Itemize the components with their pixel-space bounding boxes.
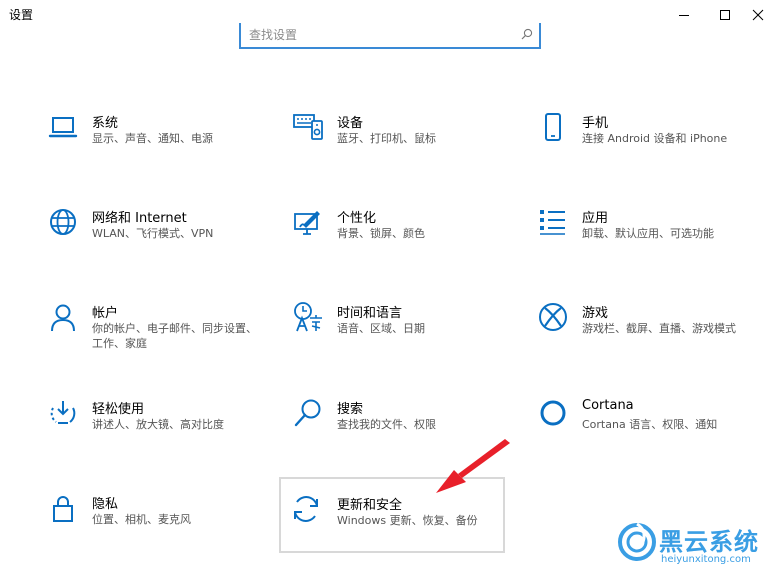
tile-time-language[interactable]: 时间和语言 语音、区域、日期 — [281, 285, 507, 361]
tile-desc: 游戏栏、截屏、直播、游戏模式 — [582, 322, 736, 335]
tile-name: 时间和语言 — [337, 306, 403, 321]
phone-icon — [545, 113, 561, 141]
globe-icon — [50, 209, 76, 235]
time-language-icon — [294, 302, 322, 332]
tile-name: 系统 — [92, 116, 119, 131]
tile-name: 更新和安全 — [337, 498, 403, 513]
tile-name: 轻松使用 — [92, 402, 145, 417]
tile-update-security[interactable]: 更新和安全 Windows 更新、恢复、备份 — [279, 477, 505, 553]
tile-ease-of-access[interactable]: 轻松使用 讲述人、放大镜、高对比度 — [36, 381, 262, 457]
watermark: 黑云系统 heiyunxitong.com — [617, 520, 777, 568]
window-title: 设置 — [9, 8, 34, 22]
tile-desc: Windows 更新、恢复、备份 — [337, 514, 478, 527]
tile-search[interactable]: 搜索 查找我的文件、权限 — [281, 381, 507, 457]
tile-desc: 连接 Android 设备和 iPhone — [582, 132, 728, 145]
search-box — [239, 23, 541, 49]
tile-cortana[interactable]: Cortana Cortana 语言、权限、通知 — [526, 381, 752, 457]
search-input[interactable] — [249, 25, 509, 45]
tile-system[interactable]: 系统 显示、声音、通知、电源 — [36, 95, 262, 171]
watermark-url: heiyunxitong.com — [661, 554, 751, 565]
tile-accounts[interactable]: 帐户 你的帐户、电子邮件、同步设置、工作、家庭 — [36, 285, 262, 361]
tile-desc: 查找我的文件、权限 — [337, 418, 436, 431]
tile-desc: 背景、锁屏、颜色 — [337, 227, 425, 240]
tile-devices[interactable]: 设备 蓝牙、打印机、鼠标 — [281, 95, 507, 171]
close-icon — [752, 9, 764, 21]
cortana-ring-icon — [540, 400, 566, 426]
tile-desc: 位置、相机、麦克风 — [92, 513, 191, 526]
minimize-button[interactable] — [661, 0, 707, 30]
tile-name: 应用 — [582, 211, 609, 226]
tile-network[interactable]: 网络和 Internet WLAN、飞行模式、VPN — [36, 190, 262, 266]
tile-name: 网络和 Internet — [92, 211, 187, 226]
devices-icon — [293, 114, 323, 140]
tile-desc: Cortana 语言、权限、通知 — [582, 418, 718, 431]
ease-of-access-icon — [50, 401, 76, 424]
tile-name: 游戏 — [582, 306, 609, 321]
tile-name: 隐私 — [92, 497, 119, 512]
tile-name: 设备 — [337, 116, 364, 131]
person-icon — [51, 304, 75, 332]
tile-desc: 你的帐户、电子邮件、同步设置、工作、家庭 — [92, 322, 257, 350]
tile-gaming[interactable]: 游戏 游戏栏、截屏、直播、游戏模式 — [526, 285, 752, 361]
tile-name: 搜索 — [337, 402, 364, 417]
apps-list-icon — [540, 210, 565, 235]
maximize-icon — [720, 10, 730, 20]
tile-phone[interactable]: 手机 连接 Android 设备和 iPhone — [526, 95, 752, 171]
laptop-icon — [48, 117, 78, 138]
tile-name: 个性化 — [337, 211, 377, 226]
xbox-icon — [539, 303, 567, 331]
tile-personalization[interactable]: 个性化 背景、锁屏、颜色 — [281, 190, 507, 266]
tile-desc: WLAN、飞行模式、VPN — [92, 227, 214, 240]
tile-privacy[interactable]: 隐私 位置、相机、麦克风 — [36, 476, 262, 552]
tile-desc: 蓝牙、打印机、鼠标 — [337, 132, 436, 145]
watermark-logo-icon — [618, 522, 656, 561]
close-button[interactable] — [735, 0, 781, 30]
watermark-brand: 黑云系统 — [659, 528, 759, 556]
personalization-icon — [294, 211, 320, 235]
tile-desc: 显示、声音、通知、电源 — [92, 132, 213, 145]
lock-icon — [53, 496, 73, 522]
tile-desc: 卸载、默认应用、可选功能 — [582, 227, 714, 240]
tile-name: Cortana — [582, 398, 634, 413]
search-magnifier-icon — [294, 399, 321, 427]
tile-desc: 语音、区域、日期 — [337, 322, 425, 335]
tile-desc: 讲述人、放大镜、高对比度 — [92, 418, 224, 431]
tile-name: 帐户 — [92, 306, 119, 321]
update-sync-icon — [294, 496, 318, 522]
tile-name: 手机 — [582, 116, 609, 131]
tile-apps[interactable]: 应用 卸载、默认应用、可选功能 — [526, 190, 752, 266]
search-icon[interactable] — [521, 28, 533, 40]
minimize-icon — [679, 15, 689, 16]
